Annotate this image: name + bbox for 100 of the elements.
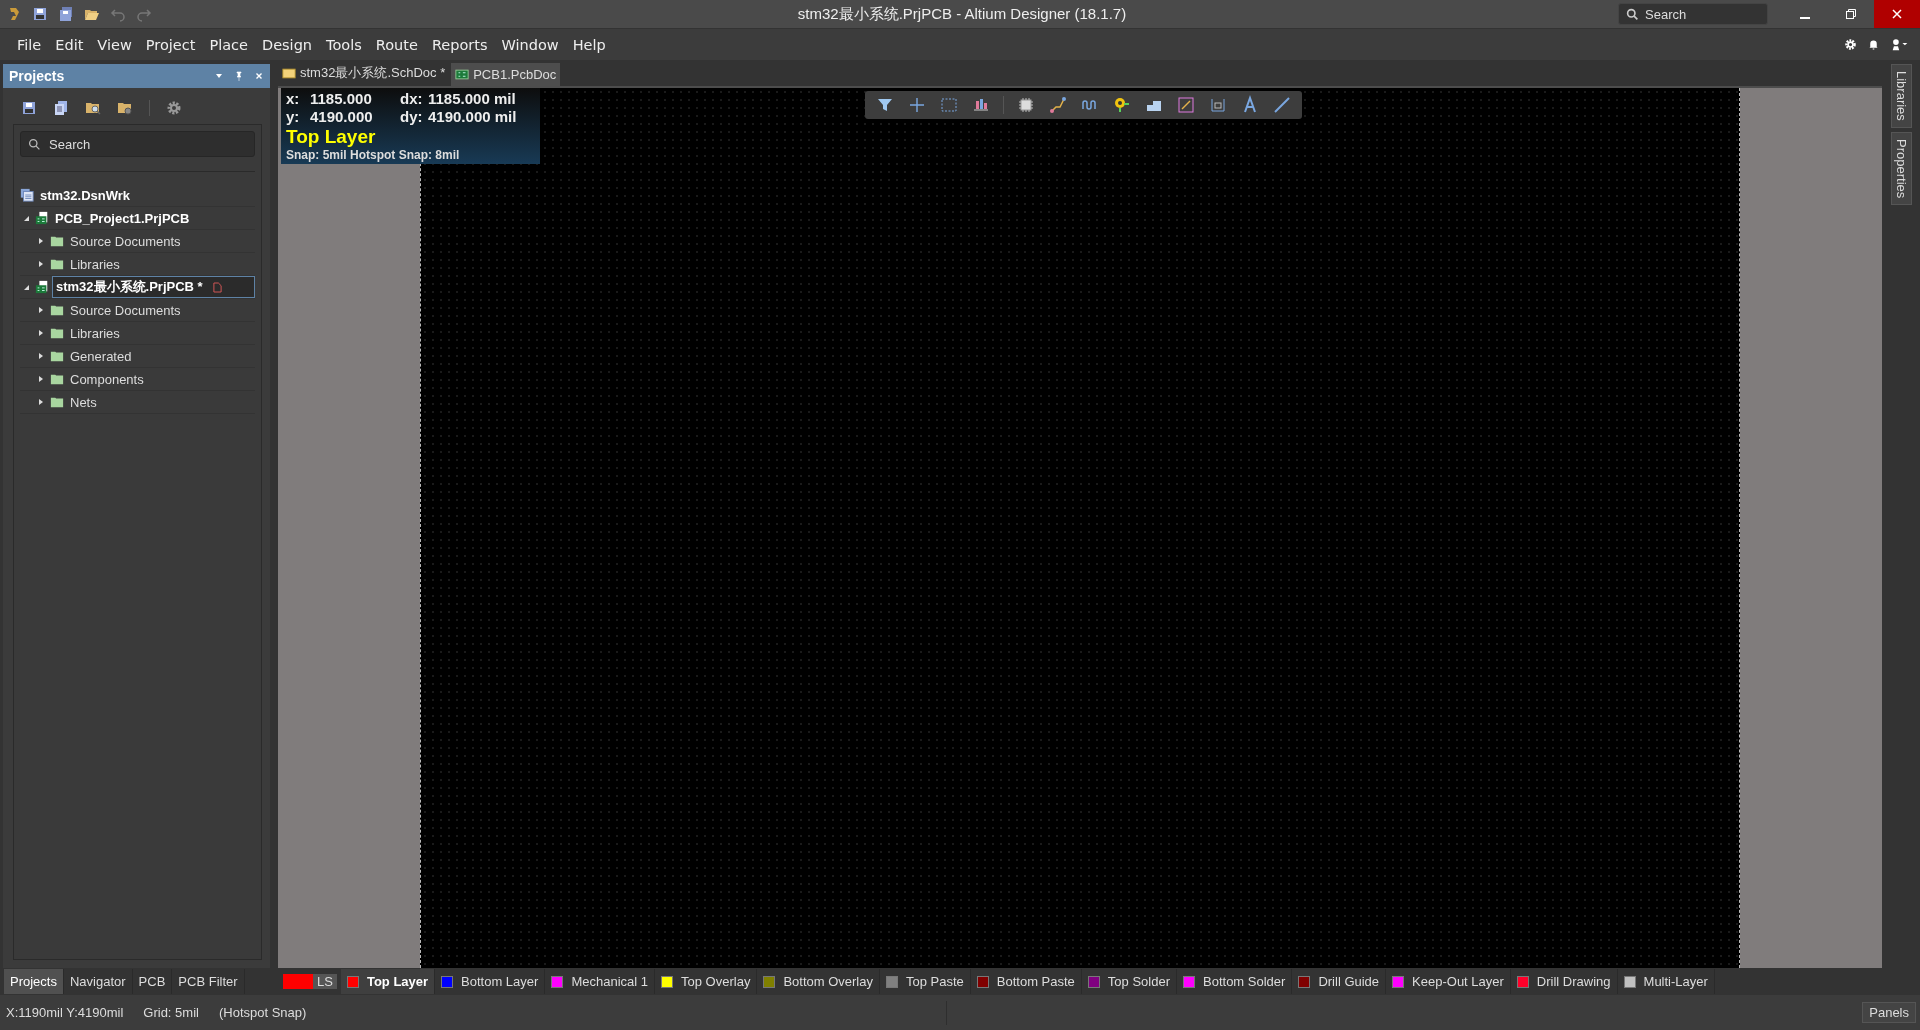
- layer-tab[interactable]: Multi-Layer: [1617, 969, 1715, 994]
- panel-tab[interactable]: PCB Filter: [172, 969, 245, 994]
- menu-item[interactable]: File: [10, 34, 49, 55]
- minimize-icon: [1800, 17, 1810, 19]
- layer-tab[interactable]: Bottom Solder: [1177, 969, 1293, 994]
- pcb-document-icon: [455, 69, 470, 80]
- collapse-arrow-icon[interactable]: [22, 214, 30, 222]
- hud-value: 4190.000: [310, 108, 374, 126]
- current-layer: Top Layer: [286, 126, 377, 148]
- panel-tab[interactable]: PCB: [132, 969, 173, 994]
- tree-item[interactable]: Components: [67, 370, 147, 388]
- save-icon[interactable]: [32, 6, 48, 22]
- via-icon[interactable]: [1112, 95, 1132, 115]
- layer-tab[interactable]: Top Overlay: [655, 969, 758, 994]
- expand-arrow-icon[interactable]: [37, 237, 45, 245]
- save-icon[interactable]: [21, 100, 37, 116]
- layer-tab[interactable]: Keep-Out Layer: [1386, 969, 1511, 994]
- layer-tab[interactable]: Bottom Paste: [970, 969, 1082, 994]
- folder-icon: [50, 326, 64, 340]
- tree-item[interactable]: PCB_Project1.PrjPCB: [52, 209, 193, 227]
- status-text: (Hotspot Snap): [218, 1005, 307, 1020]
- hud-value: 1185.000: [310, 90, 373, 108]
- hud-label: x:: [286, 90, 301, 108]
- folder-icon: [50, 257, 64, 271]
- line-icon[interactable]: [1272, 95, 1292, 115]
- tree-item[interactable]: stm32.DsnWrk: [37, 186, 134, 204]
- tree-item[interactable]: stm32最小系统.PrjPCB *: [52, 276, 255, 298]
- panel-title: Projects: [9, 68, 66, 84]
- layer-tab[interactable]: Drill Drawing: [1510, 969, 1618, 994]
- panel-tab[interactable]: Projects: [4, 969, 64, 994]
- status-text: X:1190mil Y:4190mil: [6, 1005, 124, 1020]
- pcb-canvas[interactable]: x: 1185.000 dx: 1185.000 mil y: 4190.000 dy: 4190.000 mil Top Layer Snap: 5mil Hotspot Snap: 8mil: [278, 86, 1882, 968]
- menu-item[interactable]: Place: [202, 34, 255, 55]
- side-panel-tab[interactable]: Properties: [1890, 131, 1912, 206]
- bell-icon[interactable]: [1867, 38, 1880, 51]
- pcb-project-icon: [35, 211, 49, 225]
- expand-arrow-icon[interactable]: [37, 306, 45, 314]
- layer-tab[interactable]: Bottom Layer: [435, 969, 546, 994]
- expand-arrow-icon[interactable]: [37, 375, 45, 383]
- folder-search-icon[interactable]: [85, 100, 101, 116]
- tree-item[interactable]: Libraries: [67, 324, 123, 342]
- search-field[interactable]: Search: [20, 131, 255, 157]
- hud-label: dx:: [400, 90, 424, 108]
- layer-tab[interactable]: Top Solder: [1081, 969, 1177, 994]
- layer-tab[interactable]: Bottom Overlay: [757, 969, 880, 994]
- route-icon[interactable]: [1048, 95, 1068, 115]
- restore-icon: [1845, 8, 1857, 20]
- chip-icon[interactable]: [1016, 95, 1036, 115]
- side-panel-tab[interactable]: Libraries: [1890, 64, 1912, 128]
- tree-item[interactable]: Libraries: [67, 255, 123, 273]
- tree-item[interactable]: Generated: [67, 347, 135, 365]
- menu-item[interactable]: Project: [138, 34, 203, 55]
- status-text: Grid: 5mil: [143, 1005, 199, 1020]
- user-icon[interactable]: [1890, 38, 1910, 51]
- menu-item[interactable]: Window: [494, 34, 566, 55]
- panel-tab[interactable]: Navigator: [63, 969, 133, 994]
- layer-tab[interactable]: Top Layer: [340, 969, 436, 994]
- search-field[interactable]: Search: [1618, 3, 1768, 25]
- menu-item[interactable]: Help: [565, 34, 613, 55]
- folder-settings-icon[interactable]: [117, 100, 133, 116]
- snap-info: Snap: 5mil Hotspot Snap: 8mil: [286, 148, 461, 162]
- tree-item[interactable]: Nets: [67, 393, 100, 411]
- folder-icon: [50, 395, 64, 409]
- menu-item[interactable]: Route: [368, 34, 425, 55]
- tree-item[interactable]: Source Documents: [67, 232, 184, 250]
- schematic-document-icon: [282, 67, 296, 79]
- menu-item[interactable]: Edit: [48, 34, 91, 55]
- workspace-icon: [20, 188, 34, 202]
- layer-tab[interactable]: Drill Guide: [1292, 969, 1387, 994]
- document-tab[interactable]: PCB1.PcbDoc: [451, 63, 561, 86]
- expand-arrow-icon[interactable]: [37, 260, 45, 268]
- close-icon: [1891, 8, 1903, 20]
- collapse-arrow-icon[interactable]: [22, 283, 30, 291]
- folder-icon: [50, 372, 64, 386]
- layer-tab[interactable]: Mechanical 1: [545, 969, 655, 994]
- menu-item[interactable]: View: [90, 34, 139, 55]
- layer-tab[interactable]: Top Paste: [880, 969, 971, 994]
- panels-button[interactable]: Panels: [1862, 1002, 1916, 1023]
- save-all-icon[interactable]: [58, 6, 74, 22]
- pin-icon[interactable]: [234, 71, 244, 81]
- folder-icon: [50, 303, 64, 317]
- hud-value: 1185.000 mil: [428, 90, 517, 108]
- expand-arrow-icon[interactable]: [37, 329, 45, 337]
- close-icon[interactable]: [254, 71, 264, 81]
- layer-set-button[interactable]: LS: [283, 974, 337, 989]
- pcb-project-icon: [35, 280, 49, 294]
- expand-arrow-icon[interactable]: [37, 352, 45, 360]
- window-title: stm32最小系统.PrjPCB - Altium Designer (18.1.7): [796, 4, 1128, 24]
- menu-item[interactable]: Design: [254, 34, 320, 55]
- folder-icon: [50, 349, 64, 363]
- expand-arrow-icon[interactable]: [37, 398, 45, 406]
- hud-label: dy:: [400, 108, 424, 126]
- hud-label: y:: [286, 108, 301, 126]
- hud-value: 4190.000 mil: [428, 108, 518, 126]
- crosshair-icon[interactable]: [907, 95, 927, 115]
- documents-icon[interactable]: [53, 100, 69, 116]
- menu-item[interactable]: Tools: [319, 34, 369, 55]
- menu-item[interactable]: Reports: [424, 34, 495, 55]
- folder-icon: [50, 234, 64, 248]
- tree-item[interactable]: Source Documents: [67, 301, 184, 319]
